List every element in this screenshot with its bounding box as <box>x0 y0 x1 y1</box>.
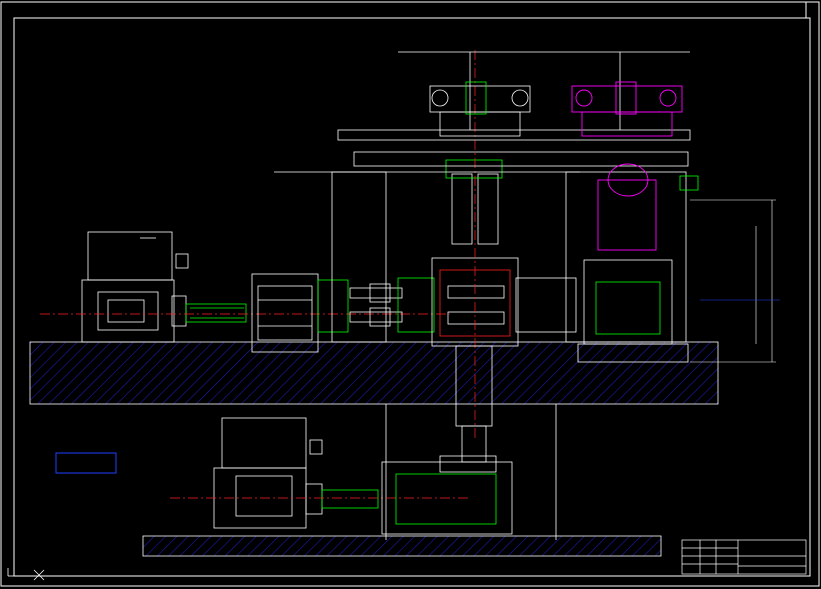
upper-coupling-shaft <box>185 303 247 323</box>
blue-legend-box <box>55 452 117 474</box>
upper-spindles <box>349 277 435 333</box>
ucs-icon <box>7 568 45 581</box>
lower-gearbox <box>381 455 513 535</box>
top-screwdown-left <box>429 81 531 137</box>
lower-main-motor <box>213 417 323 529</box>
foundation-lower <box>142 535 662 557</box>
mill-stand-center <box>431 159 577 347</box>
title-block <box>681 539 807 575</box>
sheet-frame <box>0 1 820 587</box>
right-mill-stand <box>577 175 699 363</box>
lower-coupling-shaft <box>321 489 379 509</box>
overhead-frame <box>274 51 691 343</box>
upper-gearbox <box>251 273 349 353</box>
right-dimensions <box>690 199 780 363</box>
cad-drawing-canvas[interactable] <box>0 0 821 589</box>
upper-main-motor <box>81 231 189 343</box>
foundation-upper <box>29 341 719 405</box>
